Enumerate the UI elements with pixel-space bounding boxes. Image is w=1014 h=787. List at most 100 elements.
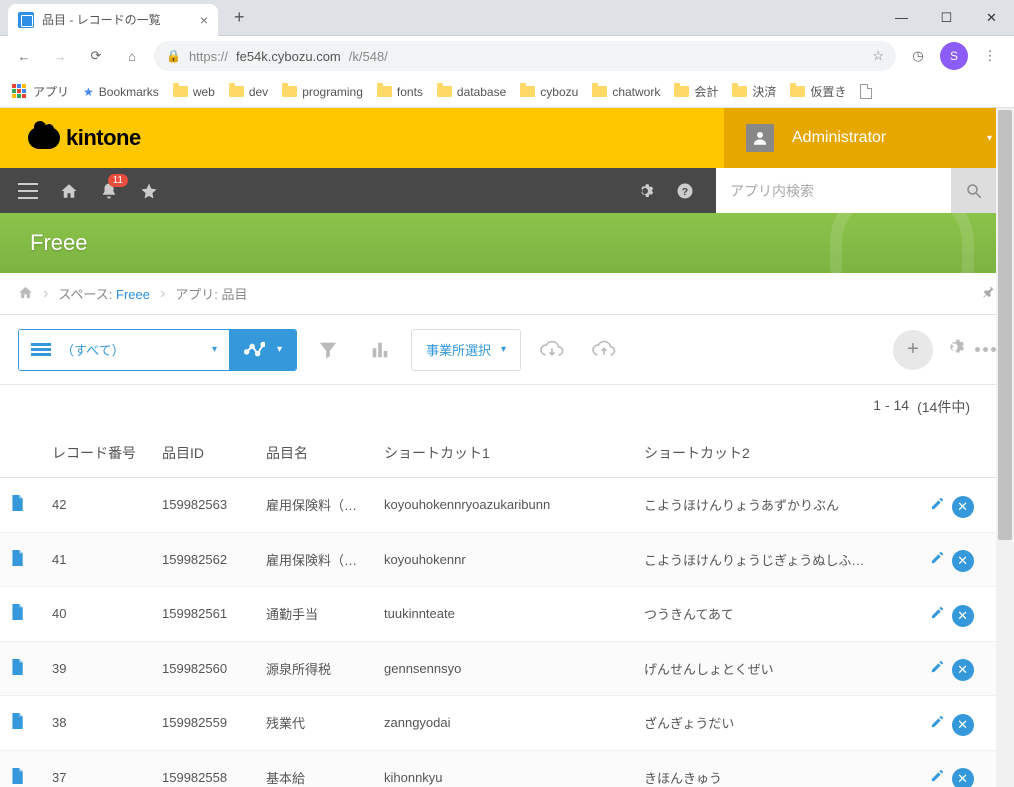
cell-shortcut1: koyouhokennryoazukaribunn	[374, 478, 634, 533]
th-item-id[interactable]: 品目ID	[152, 429, 256, 478]
notification-badge: 11	[108, 174, 128, 187]
table-row[interactable]: 41159982562雇用保険料（…koyouhokennrこようほけんりょうじ…	[0, 532, 996, 587]
bookmark-fonts[interactable]: fonts	[377, 85, 423, 99]
app-title: Freee	[30, 230, 87, 256]
home-icon[interactable]	[60, 182, 78, 200]
table-row[interactable]: 42159982563雇用保険料（…koyouhokennryoazukarib…	[0, 478, 996, 533]
chart-button[interactable]	[359, 329, 401, 371]
more-button[interactable]	[975, 347, 996, 352]
bookmark-bookmarks[interactable]: ★Bookmarks	[83, 85, 159, 99]
record-icon[interactable]	[0, 532, 42, 587]
th-item-name[interactable]: 品目名	[256, 429, 374, 478]
bookmark-kaikei[interactable]: 会計	[674, 83, 718, 100]
nav-back-button[interactable]: ←	[10, 42, 38, 70]
notification-bell[interactable]: 11	[100, 182, 118, 200]
bookmark-karioki[interactable]: 仮置き	[790, 83, 846, 100]
bookmark-database[interactable]: database	[437, 85, 506, 99]
scrollbar-thumb[interactable]	[998, 110, 1012, 540]
edit-button[interactable]	[926, 492, 948, 514]
nav-reload-button[interactable]: ⟳	[82, 42, 110, 70]
cell-shortcut2: つうきんてあて	[634, 587, 916, 642]
cell-shortcut1: zanngyodai	[374, 696, 634, 751]
app-banner: Freee	[0, 213, 1014, 273]
bookmark-file[interactable]	[860, 84, 872, 99]
admin-menu[interactable]: Administrator ▾	[724, 108, 1014, 168]
folder-icon	[732, 86, 747, 97]
delete-button[interactable]: ✕	[952, 659, 974, 681]
delete-button[interactable]: ✕	[952, 768, 974, 787]
bookmark-cybozu[interactable]: cybozu	[520, 85, 578, 99]
browser-menu-button[interactable]: ⋮	[976, 42, 1004, 70]
graph-button[interactable]: ▾	[229, 330, 296, 370]
cell-item-name: 通勤手当	[256, 587, 374, 642]
nav-forward-button[interactable]: →	[46, 42, 74, 70]
th-shortcut1[interactable]: ショートカット1	[374, 429, 634, 478]
scrollbar[interactable]	[996, 108, 1014, 787]
kintone-nav: 11 ?	[0, 168, 1014, 213]
help-icon[interactable]: ?	[676, 182, 694, 200]
url-field[interactable]: 🔒 https://fe54k.cybozu.com/k/548/ ☆	[154, 41, 896, 71]
kintone-logo[interactable]: kintone	[28, 125, 141, 151]
bookmark-dev[interactable]: dev	[229, 85, 268, 99]
chevron-down-icon: ▾	[501, 344, 506, 355]
star-icon[interactable]	[140, 182, 158, 200]
cell-actions: ✕	[916, 696, 996, 751]
extension-icon[interactable]: ◷	[904, 42, 932, 70]
tab-close-icon[interactable]: ×	[188, 12, 208, 28]
delete-button[interactable]: ✕	[952, 605, 974, 627]
hamburger-icon[interactable]	[18, 183, 38, 199]
pager-range: 1 - 14	[873, 397, 909, 417]
record-icon[interactable]	[0, 750, 42, 787]
edit-button[interactable]	[926, 656, 948, 678]
record-icon[interactable]	[0, 587, 42, 642]
add-record-button[interactable]: +	[893, 330, 933, 370]
browser-tab[interactable]: 品目 - レコードの一覧 ×	[8, 4, 218, 36]
table-row[interactable]: 38159982559残業代zanngyodaiざんぎょうだい ✕	[0, 696, 996, 751]
bookmark-star-icon[interactable]: ☆	[872, 48, 884, 64]
bookmark-programing[interactable]: programing	[282, 85, 363, 99]
filter-button[interactable]	[307, 329, 349, 371]
apps-shortcut[interactable]: アプリ	[12, 83, 69, 100]
window-minimize-button[interactable]: —	[879, 3, 924, 33]
cloud-upload-icon[interactable]	[583, 329, 625, 371]
window-maximize-button[interactable]: ☐	[924, 3, 969, 33]
delete-button[interactable]: ✕	[952, 714, 974, 736]
search-button[interactable]	[951, 168, 996, 213]
record-icon[interactable]	[0, 478, 42, 533]
app-settings-button[interactable]	[943, 336, 965, 364]
edit-button[interactable]	[926, 710, 948, 732]
th-record-no[interactable]: レコード番号	[42, 429, 152, 478]
table-row[interactable]: 39159982560源泉所得税gennsennsyoげんせんしょとくぜい ✕	[0, 641, 996, 696]
new-tab-button[interactable]: +	[228, 7, 251, 28]
star-icon: ★	[83, 85, 94, 99]
record-icon[interactable]	[0, 641, 42, 696]
edit-button[interactable]	[926, 765, 948, 787]
search-input[interactable]	[716, 168, 951, 213]
bookmark-chatwork[interactable]: chatwork	[592, 85, 660, 99]
pin-icon[interactable]	[982, 285, 996, 302]
cloud-download-icon[interactable]	[531, 329, 573, 371]
th-shortcut2[interactable]: ショートカット2	[634, 429, 916, 478]
bookmark-kessai[interactable]: 決済	[732, 83, 776, 100]
office-select[interactable]: 事業所選択 ▾	[411, 329, 521, 371]
cell-shortcut2: こようほけんりょうあずかりぶん	[634, 478, 916, 533]
table-header-row: レコード番号 品目ID 品目名 ショートカット1 ショートカット2	[0, 429, 996, 478]
window-close-button[interactable]: ✕	[969, 3, 1014, 33]
table-row[interactable]: 40159982561通勤手当tuukinnteateつうきんてあて ✕	[0, 587, 996, 642]
gear-icon[interactable]	[636, 182, 654, 200]
view-selector[interactable]: （すべて） ▾ ▾	[18, 329, 297, 371]
breadcrumb-space[interactable]: スペース: Freee	[58, 284, 150, 303]
delete-button[interactable]: ✕	[952, 496, 974, 518]
tab-title: 品目 - レコードの一覧	[42, 11, 161, 28]
bookmark-web[interactable]: web	[173, 85, 215, 99]
table-row[interactable]: 37159982558基本給kihonnkyuきほんきゅう ✕	[0, 750, 996, 787]
browser-address-bar: ← → ⟳ ⌂ 🔒 https://fe54k.cybozu.com/k/548…	[0, 36, 1014, 76]
edit-button[interactable]	[926, 547, 948, 569]
folder-icon	[377, 86, 392, 97]
record-icon[interactable]	[0, 696, 42, 751]
breadcrumb-home-icon[interactable]	[18, 285, 33, 303]
delete-button[interactable]: ✕	[952, 550, 974, 572]
nav-home-button[interactable]: ⌂	[118, 42, 146, 70]
edit-button[interactable]	[926, 601, 948, 623]
profile-avatar[interactable]: S	[940, 42, 968, 70]
